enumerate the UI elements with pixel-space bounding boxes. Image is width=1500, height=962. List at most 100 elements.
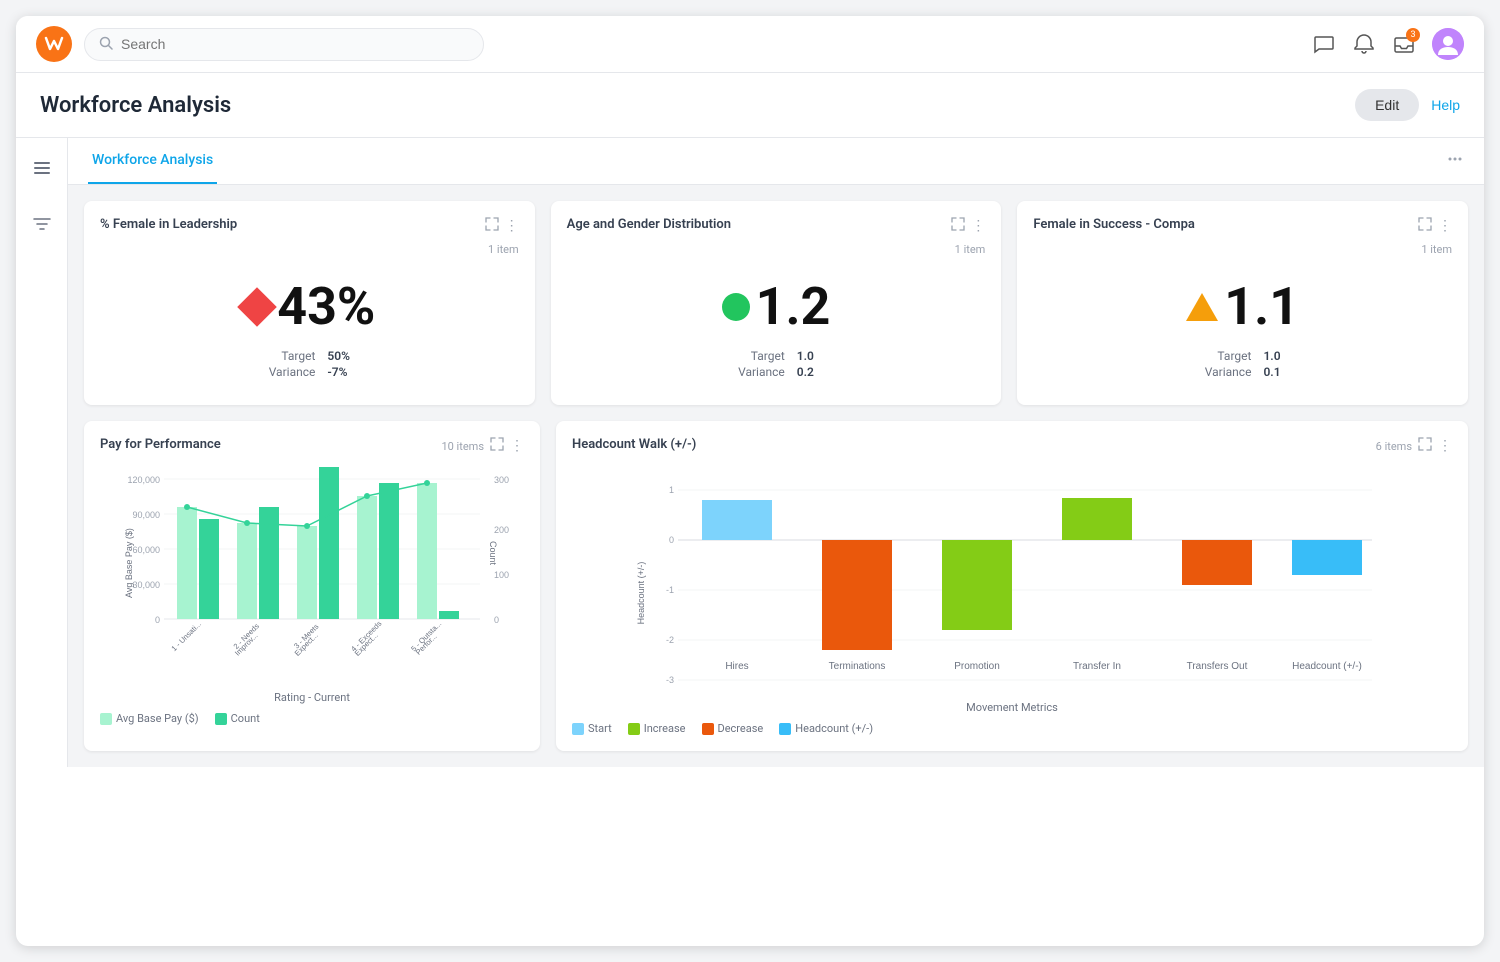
red-diamond-icon: [237, 287, 277, 327]
age-gender-menu[interactable]: ⋮: [971, 218, 985, 234]
target-value-1: 50%: [327, 349, 350, 363]
svg-text:Hires: Hires: [725, 661, 748, 672]
search-icon: [99, 35, 113, 54]
female-success-metric: 1.1 Target 1.0 Variance 0.1: [1033, 256, 1452, 389]
female-success-menu[interactable]: ⋮: [1438, 218, 1452, 234]
headcount-walk-card: Headcount Walk (+/-) 6 items ⋮ 1: [556, 421, 1468, 751]
inbox-icon[interactable]: 3: [1392, 32, 1416, 56]
pay-performance-count: 10 items: [441, 440, 484, 453]
svg-text:30,000: 30,000: [132, 580, 160, 590]
age-gender-card: Age and Gender Distribution ⋮ 1 item 1.: [551, 201, 1002, 405]
svg-text:1 - Unsati...: 1 - Unsati...: [169, 619, 202, 652]
svg-text:Headcount (+/-): Headcount (+/-): [1292, 661, 1362, 672]
pay-performance-title: Pay for Performance: [100, 437, 221, 452]
variance-value-1: -7%: [327, 365, 350, 379]
target-label-3: Target: [1205, 349, 1252, 363]
svg-text:0: 0: [155, 615, 160, 625]
tab-workforce-analysis[interactable]: Workforce Analysis: [88, 138, 217, 184]
svg-text:Count: Count: [488, 541, 498, 566]
svg-text:-1: -1: [666, 585, 674, 595]
svg-text:120,000: 120,000: [127, 475, 160, 485]
user-avatar[interactable]: [1432, 28, 1464, 60]
svg-text:200: 200: [494, 525, 509, 535]
female-leadership-title: % Female in Leadership: [100, 217, 237, 232]
svg-text:0: 0: [494, 615, 499, 625]
edit-button[interactable]: Edit: [1355, 89, 1419, 121]
messages-icon[interactable]: [1312, 32, 1336, 56]
headcount-walk-legend: Start Increase Decrease Headcount (: [572, 722, 1452, 735]
svg-text:Promotion: Promotion: [954, 661, 1000, 672]
legend-count: Count: [215, 712, 260, 725]
page-header: Workforce Analysis Edit Help: [16, 73, 1484, 138]
legend-avg-pay: Avg Base Pay ($): [100, 712, 199, 725]
female-success-count: 1 item: [1033, 243, 1452, 256]
variance-value-2: 0.2: [797, 365, 814, 379]
age-gender-value: 1.2: [756, 276, 831, 337]
female-leadership-metric: 43% Target 50% Variance -7%: [100, 256, 519, 389]
tabs-bar: Workforce Analysis: [68, 138, 1484, 185]
svg-text:Transfer In: Transfer In: [1073, 661, 1121, 672]
pay-performance-card: Pay for Performance 10 items ⋮ 120,: [84, 421, 540, 751]
female-leadership-count: 1 item: [100, 243, 519, 256]
sidebar-menu-icon[interactable]: [28, 154, 56, 182]
headcount-walk-x-label: Movement Metrics: [572, 701, 1452, 714]
target-value-3: 1.0: [1263, 349, 1280, 363]
svg-text:-2: -2: [666, 635, 674, 645]
svg-text:Headcount (+/-): Headcount (+/-): [636, 562, 646, 625]
search-input[interactable]: [121, 36, 469, 52]
page-title: Workforce Analysis: [40, 93, 231, 118]
svg-text:100: 100: [494, 570, 509, 580]
pay-performance-legend: Avg Base Pay ($) Count: [100, 712, 524, 725]
tabs-menu-icon[interactable]: [1446, 150, 1464, 172]
sidebar-filter-icon[interactable]: [28, 210, 56, 238]
variance-value-3: 0.1: [1263, 365, 1280, 379]
target-value-2: 1.0: [797, 349, 814, 363]
svg-text:1: 1: [669, 485, 674, 495]
search-bar[interactable]: [84, 28, 484, 61]
age-gender-metric: 1.2 Target 1.0 Variance 0.2: [567, 256, 986, 389]
svg-text:Avg Base Pay ($): Avg Base Pay ($): [124, 528, 134, 598]
female-success-expand[interactable]: [1418, 217, 1432, 235]
legend-headcount: Headcount (+/-): [779, 722, 873, 735]
headcount-walk-expand[interactable]: [1418, 437, 1432, 455]
pay-performance-expand[interactable]: [490, 437, 504, 455]
female-success-card: Female in Success - Compa ⋮ 1 item 1.1: [1017, 201, 1468, 405]
headcount-walk-chart: 1 0 -1 -2 -3 Headcount (+/-): [572, 463, 1452, 697]
sidebar: [16, 138, 68, 767]
age-gender-count: 1 item: [567, 243, 986, 256]
age-gender-title: Age and Gender Distribution: [567, 217, 731, 232]
svg-text:-3: -3: [666, 675, 674, 685]
legend-start: Start: [572, 722, 612, 735]
target-label-2: Target: [738, 349, 785, 363]
svg-text:300: 300: [494, 475, 509, 485]
inbox-badge: 3: [1406, 28, 1420, 42]
svg-text:0: 0: [669, 535, 674, 545]
variance-label-3: Variance: [1205, 365, 1252, 379]
svg-text:90,000: 90,000: [132, 510, 160, 520]
help-button[interactable]: Help: [1431, 97, 1460, 113]
pay-performance-chart: 120,000 90,000 60,000 30,000 0 300 200 1…: [100, 463, 524, 687]
target-label-1: Target: [269, 349, 316, 363]
female-success-value: 1.1: [1224, 276, 1299, 337]
variance-label-1: Variance: [269, 365, 316, 379]
headcount-walk-menu[interactable]: ⋮: [1438, 438, 1452, 454]
pay-performance-x-label: Rating - Current: [100, 691, 524, 704]
female-success-title: Female in Success - Compa: [1033, 217, 1195, 232]
female-leadership-card: % Female in Leadership ⋮ 1 item 43%: [84, 201, 535, 405]
headcount-walk-title: Headcount Walk (+/-): [572, 437, 696, 452]
notifications-icon[interactable]: [1352, 32, 1376, 56]
app-logo[interactable]: [36, 26, 72, 62]
legend-decrease: Decrease: [702, 722, 764, 735]
svg-text:Terminations: Terminations: [829, 661, 886, 672]
svg-text:60,000: 60,000: [132, 545, 160, 555]
variance-label-2: Variance: [738, 365, 785, 379]
female-leadership-expand[interactable]: [485, 217, 499, 235]
female-leadership-menu[interactable]: ⋮: [505, 218, 519, 234]
age-gender-expand[interactable]: [951, 217, 965, 235]
headcount-walk-count: 6 items: [1376, 440, 1412, 453]
green-circle-icon: [722, 293, 750, 321]
female-leadership-value: 43%: [277, 276, 375, 337]
svg-text:Transfers Out: Transfers Out: [1187, 661, 1248, 672]
legend-increase: Increase: [628, 722, 686, 735]
pay-performance-menu[interactable]: ⋮: [510, 438, 524, 454]
